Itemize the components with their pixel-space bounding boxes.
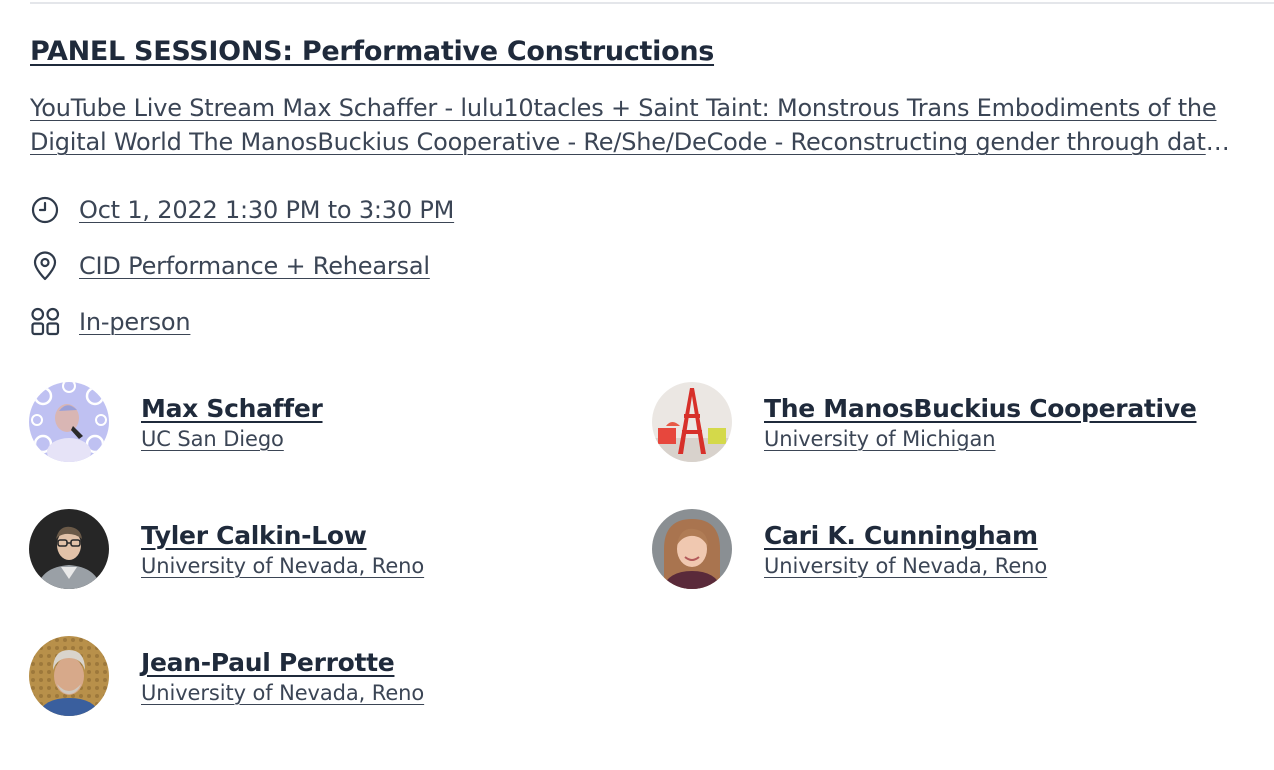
speaker-card[interactable]: The ManosBuckius Cooperative University …: [652, 382, 1252, 462]
session-format-link[interactable]: In-person: [79, 308, 191, 336]
session-datetime-link[interactable]: Oct 1, 2022 1:30 PM to 3:30 PM: [79, 196, 454, 224]
top-divider: [30, 2, 1274, 4]
speaker-name-link[interactable]: Cari K. Cunningham: [764, 521, 1047, 550]
speaker-affiliation-link[interactable]: University of Nevada, Reno: [141, 554, 424, 578]
speaker-card[interactable]: Jean-Paul Perrotte University of Nevada,…: [29, 636, 629, 716]
speaker-name-link[interactable]: Jean-Paul Perrotte: [141, 648, 424, 677]
session-datetime-row: Oct 1, 2022 1:30 PM to 3:30 PM: [30, 193, 454, 227]
speaker-affiliation-link[interactable]: University of Nevada, Reno: [764, 554, 1047, 578]
session-location-row: CID Performance + Rehearsal: [30, 249, 430, 283]
speaker-name-link[interactable]: The ManosBuckius Cooperative: [764, 394, 1197, 423]
avatar: [29, 382, 109, 462]
session-description-link[interactable]: YouTube Live Stream Max Schaffer - lulu1…: [30, 91, 1230, 159]
speaker-card[interactable]: Cari K. Cunningham University of Nevada,…: [652, 509, 1252, 589]
speaker-affiliation-link[interactable]: University of Michigan: [764, 427, 1196, 451]
map-pin-icon: [30, 250, 62, 282]
speaker-affiliation-link[interactable]: UC San Diego: [141, 427, 323, 451]
session-location-link[interactable]: CID Performance + Rehearsal: [79, 252, 430, 280]
speaker-name-link[interactable]: Max Schaffer: [141, 394, 323, 423]
avatar: [652, 382, 732, 462]
clock-icon: [30, 194, 62, 226]
speaker-name-link[interactable]: Tyler Calkin-Low: [141, 521, 424, 550]
speaker-affiliation-link[interactable]: University of Nevada, Reno: [141, 681, 424, 705]
avatar: [29, 636, 109, 716]
speaker-card[interactable]: Max Schaffer UC San Diego: [29, 382, 629, 462]
avatar: [29, 509, 109, 589]
speaker-card[interactable]: Tyler Calkin-Low University of Nevada, R…: [29, 509, 629, 589]
grid-icon: [30, 306, 62, 338]
avatar: [652, 509, 732, 589]
session-title-link[interactable]: PANEL SESSIONS: Performative Constructio…: [30, 36, 714, 67]
session-format-row: In-person: [30, 305, 191, 339]
